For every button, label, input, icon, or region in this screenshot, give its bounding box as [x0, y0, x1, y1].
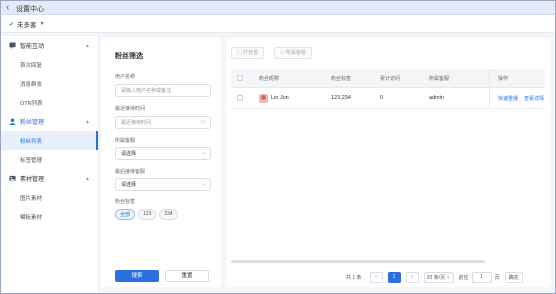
sidebar-item-broadcast[interactable]: 消息群发 [1, 74, 98, 93]
chevron-down-icon: ⌄ [446, 274, 451, 280]
recent-time-label: 最近接待时间 [115, 106, 146, 112]
pagination: 共 1 条 ‹ 1 › 20 条/页 ⌄ 前往 1 页 确定 [346, 271, 523, 283]
fan-list-panel: ▢ 打标签 ⚇ 所属客服 粉丝昵称 粉丝标签 累计访问 所属客服 操作 Lin … [226, 38, 550, 287]
recent-time-picker[interactable]: 最近接待时间 ▭ [115, 116, 211, 129]
confirm-button[interactable]: 确定 [504, 271, 523, 283]
tag-123[interactable]: 123 [138, 209, 157, 220]
assign-agent-button[interactable]: ⚇ 所属客服 [274, 47, 312, 59]
title-bar: ‹ 设置中心 [1, 1, 555, 15]
tag-234[interactable]: 234 [159, 209, 178, 220]
visits-cell: 0 [380, 95, 384, 101]
quick-reply-link[interactable]: 快速重播 [498, 95, 518, 102]
account-bar: ✔ 未多客 ▼ [1, 15, 555, 33]
fan-tags: 全部 123 234 [115, 209, 178, 220]
back-chevron-icon[interactable]: ‹ [6, 2, 9, 13]
account-name: 未多客 [17, 22, 37, 29]
column-actions: 操作 [489, 69, 545, 87]
chevron-down-icon: ⌄ [200, 181, 206, 187]
horizontal-scrollbar[interactable] [231, 260, 485, 263]
column-tags: 粉丝标签 [331, 75, 352, 82]
menu-group-fans[interactable]: 粉丝管理 ▲ [1, 112, 98, 131]
nickname-cell: Lin Jun [259, 88, 289, 108]
sidebar-item-otn-list[interactable]: OTN列表 [1, 93, 98, 112]
chevron-up-icon: ▲ [85, 119, 90, 125]
account-selector[interactable]: ✔ 未多客 ▼ [9, 19, 44, 29]
chevron-up-icon: ▲ [85, 176, 90, 182]
fan-tags-label: 粉丝标签 [115, 199, 136, 205]
last-agent-label: 最后接待客服 [115, 169, 146, 175]
tag-all[interactable]: 全部 [115, 209, 136, 220]
calendar-icon: ▭ [200, 119, 206, 125]
prev-page-button[interactable]: ‹ [369, 271, 383, 283]
nickname-text: Lin Jun [271, 95, 289, 101]
chevron-down-icon: ⌄ [200, 150, 206, 156]
column-visits: 累计访问 [380, 75, 401, 82]
image-icon [9, 175, 16, 182]
fan-table: 粉丝昵称 粉丝标签 累计访问 所属客服 操作 Lin Jun 123,234 0… [231, 69, 545, 109]
select-all-checkbox[interactable] [237, 69, 243, 87]
menu-group-label: 粉丝管理 [20, 120, 45, 126]
sidebar-item-image-material[interactable]: 图片素材 [1, 188, 98, 207]
avatar [259, 93, 268, 103]
sidebar-item-first-reply[interactable]: 首次回复 [1, 55, 98, 74]
username-input[interactable]: 请输入用户名称或备注 [115, 84, 211, 97]
menu-group-material[interactable]: 素材管理 ▲ [1, 169, 98, 188]
column-agent: 所属客服 [429, 75, 450, 82]
user-icon: ⚇ [280, 50, 285, 56]
agent-select-value: 请选择 [121, 151, 137, 157]
caret-down-icon: ▼ [39, 21, 45, 27]
page-unit: 页 [494, 274, 500, 281]
page-size-value: 20 条/页 [426, 274, 446, 281]
column-nickname: 粉丝昵称 [259, 75, 280, 82]
last-agent-select-value: 请选择 [121, 182, 137, 188]
tag-button[interactable]: ▢ 打标签 [231, 47, 265, 59]
tag-icon: ▢ [237, 50, 242, 56]
filter-title: 粉丝筛选 [115, 53, 143, 60]
menu-group-interaction[interactable]: 智能互动 ▲ [1, 36, 98, 55]
last-agent-select[interactable]: 请选择 ⌄ [115, 178, 211, 191]
recent-time-placeholder: 最近接待时间 [121, 120, 152, 126]
user-icon [9, 118, 16, 125]
table-header: 粉丝昵称 粉丝标签 累计访问 所属客服 操作 [231, 69, 545, 88]
chevron-up-icon: ▲ [85, 43, 90, 49]
tag-button-label: 打标签 [243, 50, 259, 56]
agent-label: 所属客服 [115, 138, 136, 144]
assign-agent-label: 所属客服 [285, 50, 306, 56]
menu-group-label: 智能互动 [20, 44, 45, 50]
view-details-link[interactable]: 查看详情 [524, 95, 544, 102]
sidebar-item-tag-manage[interactable]: 标签管理 [1, 150, 98, 169]
chat-icon [9, 42, 16, 49]
page-size-select[interactable]: 20 条/页 ⌄ [423, 271, 454, 283]
agent-select[interactable]: 请选择 ⌄ [115, 147, 211, 160]
goto-label: 前往 [458, 274, 469, 281]
tags-cell: 123,234 [331, 95, 351, 101]
column-actions-label: 操作 [498, 75, 509, 82]
reset-button[interactable]: 重置 [165, 270, 209, 282]
page-1-button[interactable]: 1 [387, 271, 401, 283]
sidebar: 智能互动 ▲ 首次回复 消息群发 OTN列表 粉丝管理 ▲ 粉丝列表 标签管理 … [1, 36, 99, 293]
total-count: 共 1 条 [346, 274, 362, 281]
actions-cell: 快速重播 查看详情 [489, 88, 545, 108]
row-checkbox[interactable] [237, 88, 243, 108]
agent-cell: admin [429, 95, 444, 101]
check-icon: ✔ [9, 21, 15, 28]
username-label: 用户名称 [115, 74, 136, 80]
sidebar-item-fan-list[interactable]: 粉丝列表 [1, 131, 98, 150]
filter-panel: 粉丝筛选 用户名称 请输入用户名称或备注 最近接待时间 最近接待时间 ▭ 所属客… [101, 38, 221, 287]
table-row[interactable]: Lin Jun 123,234 0 admin 快速重播 查看详情 [231, 88, 545, 109]
goto-page-input[interactable]: 1 [471, 271, 492, 283]
menu-group-label: 素材管理 [20, 177, 45, 183]
sidebar-item-template-material[interactable]: 模板素材 [1, 207, 98, 226]
search-button[interactable]: 搜索 [115, 270, 159, 282]
window-title: 设置中心 [16, 6, 44, 13]
next-page-button[interactable]: › [405, 271, 419, 283]
